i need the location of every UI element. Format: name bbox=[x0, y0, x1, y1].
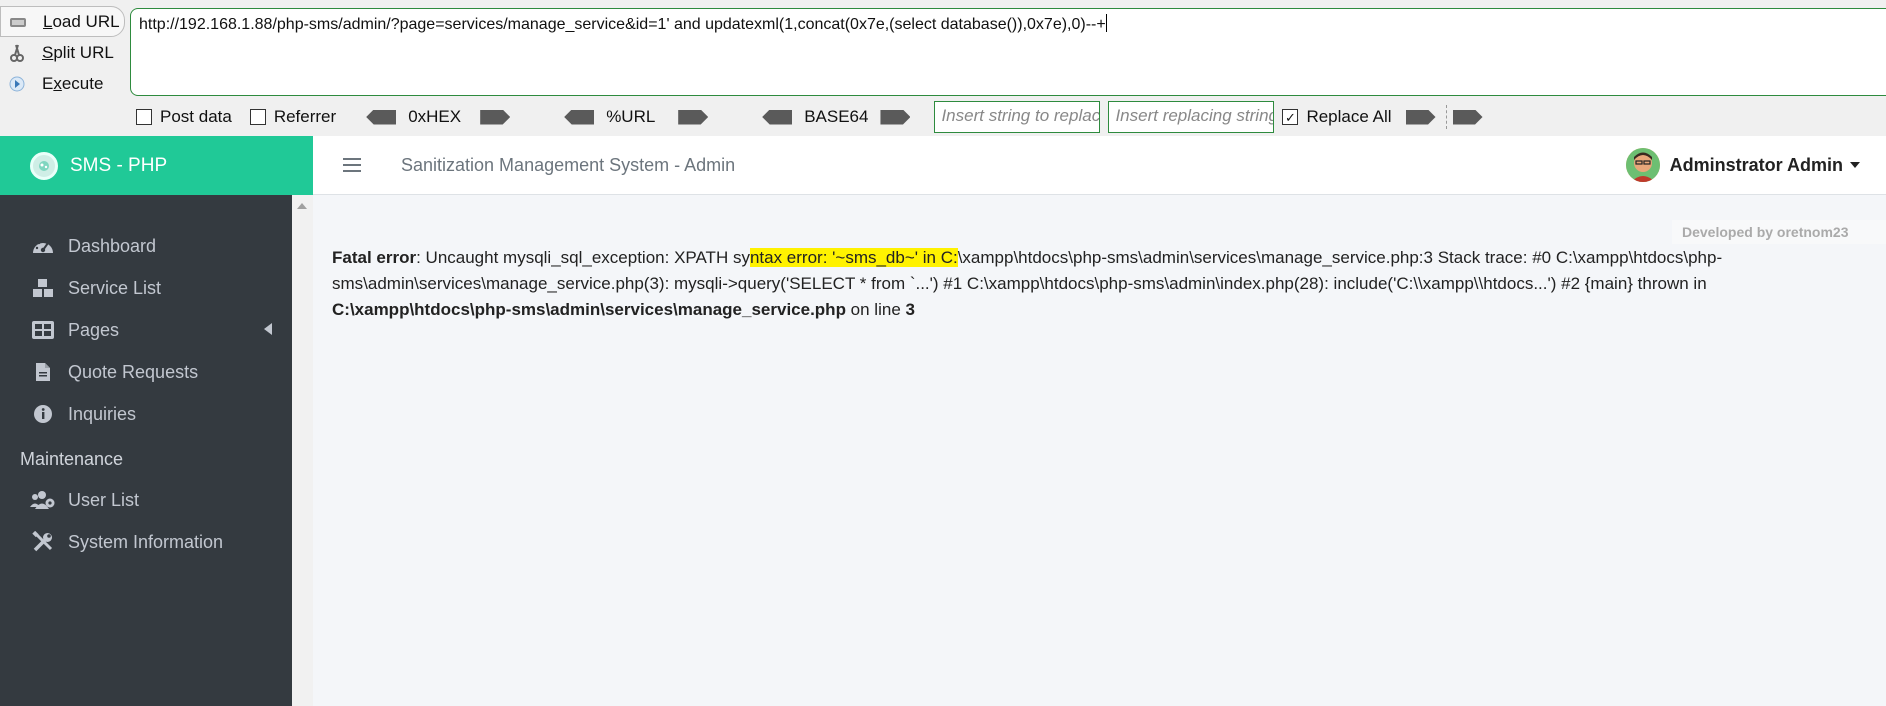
brand-logo-icon bbox=[30, 151, 58, 180]
brand-link[interactable]: SMS - PHP bbox=[0, 136, 313, 195]
url-text: http://192.168.1.88/php-sms/admin/?page=… bbox=[139, 16, 1106, 33]
sidebar-item-label: Service List bbox=[68, 277, 162, 298]
load-url-icon bbox=[7, 12, 29, 32]
execute-button[interactable]: Execute bbox=[0, 68, 128, 99]
user-name: Adminstrator Admin bbox=[1669, 154, 1843, 175]
referrer-checkbox[interactable] bbox=[249, 109, 266, 125]
post-data-label: Post data bbox=[160, 107, 232, 126]
replace-alt-arrow-icon[interactable] bbox=[1452, 109, 1483, 125]
caret-down-icon bbox=[1850, 162, 1860, 168]
sidebar-item-label: Pages bbox=[68, 319, 120, 340]
cubes-icon bbox=[29, 277, 57, 299]
menu-toggle-icon[interactable] bbox=[343, 158, 361, 172]
text-caret bbox=[1105, 14, 1107, 32]
brand-name: SMS - PHP bbox=[70, 154, 168, 176]
sidebar-scrollbar[interactable] bbox=[292, 195, 313, 706]
error-on-line: on line bbox=[845, 300, 906, 319]
tachometer-icon bbox=[29, 235, 57, 257]
system-title: Sanitization Management System - Admin bbox=[401, 154, 736, 175]
hex-decode-arrow-icon[interactable] bbox=[366, 109, 397, 125]
sidebar-item-pages[interactable]: Pages bbox=[0, 309, 292, 351]
replace-all-option[interactable]: ✓ Replace All bbox=[1282, 107, 1392, 127]
url-encoder: %URL bbox=[552, 107, 720, 127]
execute-label: Execute bbox=[42, 73, 104, 93]
error-text-part1: : Uncaught mysqli_sql_exception: XPATH s… bbox=[416, 248, 750, 267]
sidebar-item-system-information[interactable]: System Information bbox=[0, 521, 292, 563]
sidebar-item-user-list[interactable]: User List bbox=[0, 479, 292, 521]
tools-icon bbox=[29, 531, 57, 553]
hackbar-actions: Load URL Split URL Execute bbox=[0, 6, 128, 99]
sidebar-item-label: Quote Requests bbox=[68, 361, 199, 382]
sidebar-item-quote-requests[interactable]: Quote Requests bbox=[0, 351, 292, 393]
user-menu[interactable]: Adminstrator Admin bbox=[1625, 148, 1860, 182]
sidebar-item-label: Dashboard bbox=[68, 235, 157, 256]
referrer-label: Referrer bbox=[273, 107, 337, 126]
base64-encode-arrow-icon[interactable] bbox=[880, 109, 911, 125]
error-file-path: C:\xampp\htdocs\php-sms\admin\services\m… bbox=[332, 300, 846, 319]
error-line-number: 3 bbox=[905, 300, 915, 319]
sidebar-nav: Dashboard Service List Pages Quote Reque… bbox=[0, 195, 292, 563]
replace-all-label: Replace All bbox=[1306, 107, 1392, 126]
url-decode-arrow-icon[interactable] bbox=[564, 109, 595, 125]
hex-encode-arrow-icon[interactable] bbox=[480, 109, 511, 125]
post-data-option[interactable]: Post data bbox=[136, 107, 232, 127]
split-url-button[interactable]: Split URL bbox=[0, 37, 128, 68]
info-circle-icon bbox=[29, 403, 57, 425]
th-large-icon bbox=[29, 319, 57, 341]
error-label: Fatal error bbox=[332, 248, 417, 267]
replace-go-arrow-icon[interactable] bbox=[1405, 109, 1436, 125]
sidebar-item-dashboard[interactable]: Dashboard bbox=[0, 225, 292, 267]
url-enc-label: %URL bbox=[606, 107, 656, 126]
base64-encoder: BASE64 bbox=[750, 107, 922, 127]
execute-icon bbox=[6, 74, 28, 94]
hex-label: 0xHEX bbox=[408, 107, 462, 126]
users-cog-icon bbox=[29, 489, 57, 511]
replacing-string-input[interactable]: Insert replacing string bbox=[1108, 101, 1275, 133]
referrer-option[interactable]: Referrer bbox=[249, 107, 337, 127]
base64-decode-arrow-icon[interactable] bbox=[762, 109, 793, 125]
developer-credit: Developed by oretnom23 bbox=[1672, 220, 1886, 244]
url-textarea[interactable]: http://192.168.1.88/php-sms/admin/?page=… bbox=[130, 8, 1886, 96]
sidebar-item-label: System Information bbox=[68, 531, 224, 552]
base64-label: BASE64 bbox=[804, 107, 869, 126]
hackbar-options: Post data Referrer 0xHEX %URL BASE64 Ins… bbox=[136, 101, 1485, 133]
toolbar-separator bbox=[1445, 105, 1447, 129]
sidebar-item-label: User List bbox=[68, 489, 140, 510]
top-navbar: Sanitization Management System - Admin A… bbox=[313, 136, 1886, 195]
fatal-error-message: Fatal error: Uncaught mysqli_sql_excepti… bbox=[332, 245, 1872, 323]
replace-string-input[interactable]: Insert string to replace bbox=[934, 101, 1101, 133]
sidebar-item-inquiries[interactable]: Inquiries bbox=[0, 393, 292, 435]
hackbar-toolbar: Load URL Split URL Execute http://192.16… bbox=[0, 0, 1886, 136]
sidebar-item-service-list[interactable]: Service List bbox=[0, 267, 292, 309]
split-url-label: Split URL bbox=[42, 42, 114, 62]
error-highlighted-text: ntax error: '~sms_db~' in C: bbox=[749, 248, 958, 267]
url-encode-arrow-icon[interactable] bbox=[678, 109, 709, 125]
post-data-checkbox[interactable] bbox=[136, 109, 152, 125]
hex-encoder: 0xHEX bbox=[354, 107, 522, 127]
split-url-icon bbox=[6, 43, 28, 63]
replace-all-checkbox[interactable]: ✓ bbox=[1282, 109, 1299, 125]
load-url-label: Load URL bbox=[43, 11, 120, 31]
sidebar-section-maintenance: Maintenance bbox=[20, 448, 124, 469]
sidebar-item-label: Inquiries bbox=[68, 403, 137, 424]
scroll-up-arrow-icon[interactable] bbox=[297, 203, 307, 209]
avatar bbox=[1625, 148, 1660, 182]
chevron-left-icon bbox=[264, 323, 272, 335]
file-icon bbox=[29, 361, 57, 383]
sidebar: Dashboard Service List Pages Quote Reque… bbox=[0, 195, 292, 706]
load-url-button[interactable]: Load URL bbox=[0, 6, 125, 37]
